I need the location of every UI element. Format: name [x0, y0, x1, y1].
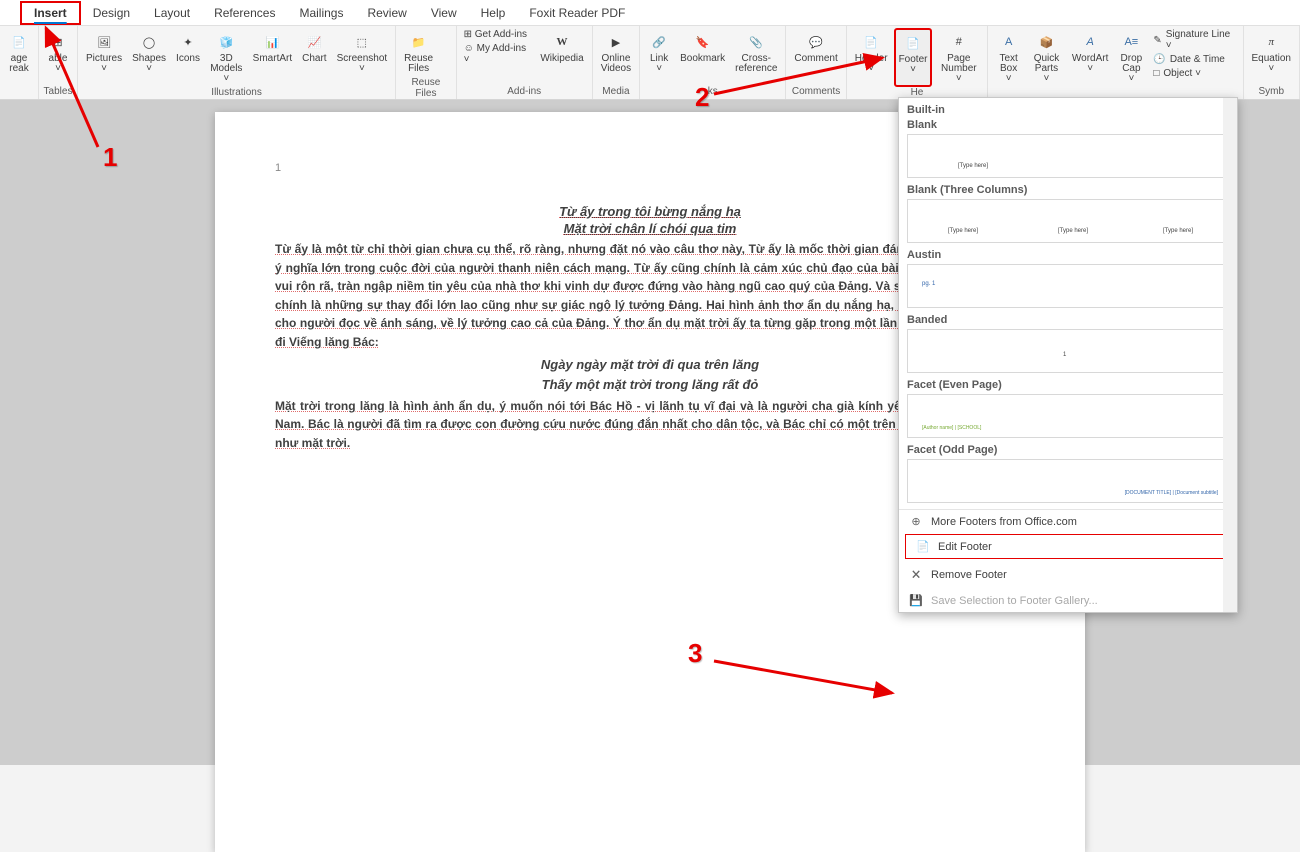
page-break-button[interactable]: 📄age reak [4, 28, 34, 97]
pictures-button[interactable]: 🖼Pictures ˅ [82, 28, 126, 87]
tab-insert[interactable]: Insert [20, 1, 81, 25]
chart-button[interactable]: 📈Chart [298, 28, 330, 87]
link-button[interactable]: 🔗Link ˅ [644, 28, 674, 86]
gallery-head-facet-odd: Facet (Odd Page) [907, 444, 1229, 456]
get-addins-button[interactable]: ⊞ Get Add-ins [461, 28, 535, 41]
remove-footer-button[interactable]: 🗙Remove Footer [899, 560, 1237, 589]
marker-2: 2 [695, 82, 709, 113]
gallery-head-builtin: Built-in [907, 104, 1229, 116]
signature-line-button[interactable]: ✎ Signature Line ˅ [1150, 28, 1238, 52]
bookmark-button[interactable]: 🔖Bookmark [676, 28, 729, 86]
gallery-head-blank3: Blank (Three Columns) [907, 184, 1229, 196]
quickparts-button[interactable]: 📦Quick Parts ˅ [1027, 28, 1066, 97]
gallery-item-facet-even[interactable]: [Author name] | [SCHOOL] [907, 394, 1229, 438]
footer-gallery-dropdown: Built-in Blank [Type here] Blank (Three … [898, 97, 1238, 613]
table-button[interactable]: ⊞able ˅ [43, 28, 73, 86]
icons-button[interactable]: ✦Icons [172, 28, 204, 87]
header-button[interactable]: 📄Header ˅ [851, 28, 892, 87]
shapes-button[interactable]: ◯Shapes ˅ [128, 28, 170, 87]
wikipedia-button[interactable]: WWikipedia [536, 28, 587, 86]
tab-foxit[interactable]: Foxit Reader PDF [517, 3, 637, 23]
3dmodels-button[interactable]: 🧊3D Models ˅ [206, 28, 247, 87]
marker-3: 3 [688, 638, 702, 669]
dropcap-button[interactable]: A≡Drop Cap ˅ [1114, 28, 1148, 97]
page-icon: 📄 [916, 540, 930, 553]
gallery-item-facet-odd[interactable]: [DOCUMENT TITLE] | [Document subtitle] [907, 459, 1229, 503]
tab-mailings[interactable]: Mailings [287, 3, 355, 23]
ribbon-tabs: Insert Design Layout References Mailings… [0, 0, 1300, 26]
tab-view[interactable]: View [419, 3, 469, 23]
globe-icon: ⊕ [909, 515, 923, 528]
comment-button[interactable]: 💬Comment [790, 28, 841, 86]
remove-icon: 🗙 [909, 565, 923, 584]
date-time-button[interactable]: 🕒 Date & Time [1150, 53, 1238, 66]
gallery-head-austin: Austin [907, 249, 1229, 261]
gallery-head-facet-even: Facet (Even Page) [907, 379, 1229, 391]
save-icon: 💾 [909, 594, 923, 607]
ribbon: 📄age reak ⊞able ˅Tables 🖼Pictures ˅ ◯Sha… [0, 26, 1300, 100]
edit-footer-button[interactable]: 📄Edit Footer [905, 534, 1231, 559]
page-number-button[interactable]: #Page Number ˅ [934, 28, 983, 87]
smartart-button[interactable]: 📊SmartArt [249, 28, 296, 87]
online-videos-button[interactable]: ▶Online Videos [597, 28, 635, 86]
gallery-item-blank3[interactable]: [Type here] [Type here] [Type here] [907, 199, 1229, 243]
save-footer-gallery-button: 💾Save Selection to Footer Gallery... [899, 589, 1237, 612]
tab-review[interactable]: Review [355, 3, 418, 23]
more-footers-button[interactable]: ⊕More Footers from Office.com› [899, 510, 1237, 533]
screenshot-button[interactable]: ⬚Screenshot ˅ [333, 28, 392, 87]
tab-design[interactable]: Design [81, 3, 142, 23]
gallery-item-banded[interactable]: 1 [907, 329, 1229, 373]
tab-layout[interactable]: Layout [142, 3, 202, 23]
object-button[interactable]: □ Object ˅ [1150, 67, 1238, 80]
my-addins-button[interactable]: ☺ My Add-ins ˅ [461, 42, 535, 66]
cross-reference-button[interactable]: 📎Cross- reference [731, 28, 781, 86]
wordart-button[interactable]: AWordArt ˅ [1068, 28, 1113, 97]
equation-button[interactable]: πEquation ˅ [1248, 28, 1295, 86]
tab-references[interactable]: References [202, 3, 287, 23]
gallery-item-austin[interactable]: pg. 1 [907, 264, 1229, 308]
marker-1: 1 [103, 142, 117, 173]
textbox-button[interactable]: AText Box ˅ [992, 28, 1025, 97]
gallery-head-banded: Banded [907, 314, 1229, 326]
gallery-scrollbar[interactable] [1223, 98, 1237, 612]
gallery-item-blank[interactable]: [Type here] [907, 134, 1229, 178]
gallery-head-blank: Blank [907, 119, 1229, 131]
tab-help[interactable]: Help [469, 3, 518, 23]
footer-button[interactable]: 📄Footer ˅ [894, 28, 933, 87]
reuse-files-button[interactable]: 📁Reuse Files [400, 28, 437, 77]
